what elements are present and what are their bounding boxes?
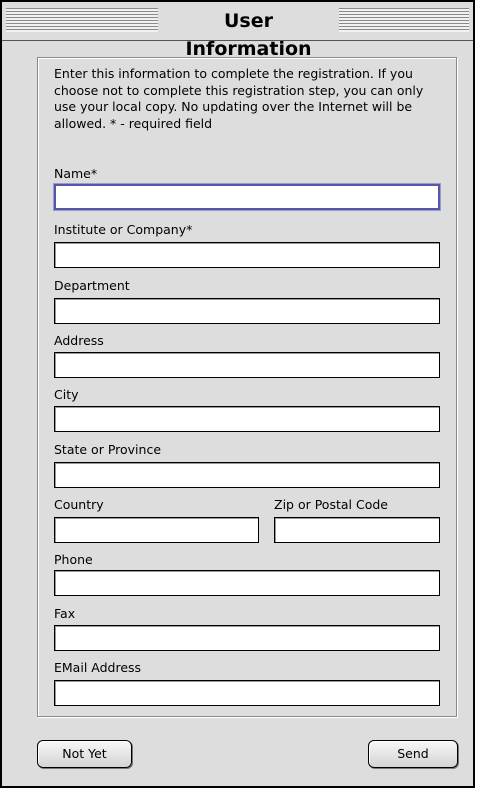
country-field[interactable]	[54, 517, 259, 543]
email-label: EMail Address	[54, 660, 142, 675]
fax-label: Fax	[54, 606, 76, 621]
title-bar[interactable]: User Information	[2, 2, 473, 60]
state-label: State or Province	[54, 442, 162, 457]
phone-label: Phone	[54, 552, 93, 567]
fax-field[interactable]	[54, 625, 440, 651]
address-field[interactable]	[54, 352, 440, 378]
address-label: Address	[54, 333, 104, 348]
department-label: Department	[54, 278, 130, 293]
institute-field[interactable]	[54, 242, 440, 268]
name-field[interactable]	[54, 184, 440, 210]
city-label: City	[54, 387, 79, 402]
send-button[interactable]: Send	[368, 740, 458, 768]
name-label: Name*	[54, 166, 98, 181]
not-yet-button[interactable]: Not Yet	[37, 740, 132, 768]
state-field[interactable]	[54, 462, 440, 488]
department-field[interactable]	[54, 298, 440, 324]
window-title: User Information	[185, 10, 312, 60]
phone-field[interactable]	[54, 570, 440, 596]
title-bar-stripes-right	[339, 8, 469, 32]
city-field[interactable]	[54, 406, 440, 432]
institute-label: Institute or Company*	[54, 222, 193, 237]
email-field[interactable]	[54, 680, 440, 706]
zip-label: Zip or Postal Code	[274, 497, 388, 512]
country-label: Country	[54, 497, 104, 512]
intro-text: Enter this information to complete the r…	[54, 66, 424, 131]
registration-group-box	[37, 57, 457, 717]
title-bar-stripes-left	[6, 8, 158, 32]
zip-field[interactable]	[274, 517, 440, 543]
